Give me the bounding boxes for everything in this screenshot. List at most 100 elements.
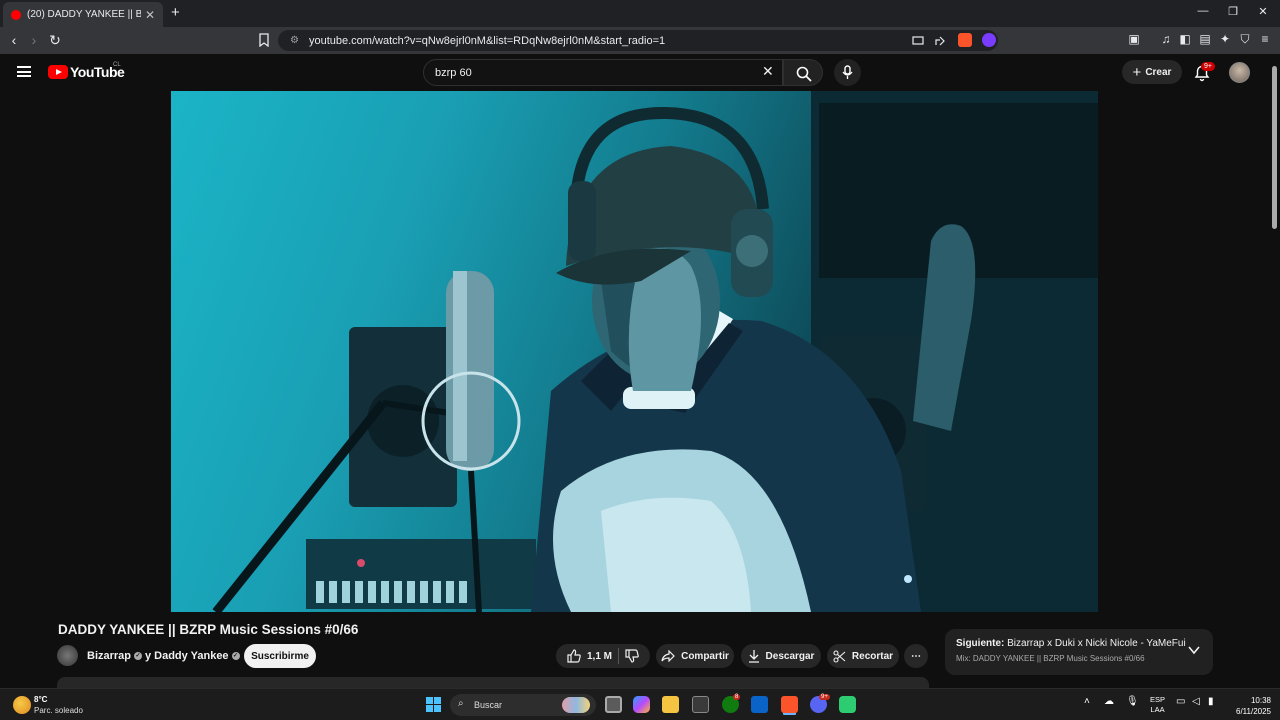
up-next-card[interactable]: Siguiente: Bizarrap x Duki x Nicki Nicol…: [945, 629, 1213, 675]
video-title: DADDY YANKEE || BZRP Music Sessions #0/6…: [58, 622, 359, 637]
cast-icon[interactable]: [912, 36, 924, 46]
back-icon[interactable]: ‹: [5, 32, 23, 48]
scrollbar-thumb[interactable]: [1272, 66, 1277, 229]
share-page-icon[interactable]: [934, 35, 946, 47]
youtube-logo-icon[interactable]: [48, 65, 68, 79]
vpn-shield-icon[interactable]: ⛉: [1237, 32, 1253, 47]
country-code: CL: [113, 62, 121, 68]
reader-mode-icon[interactable]: ▣: [1126, 32, 1142, 46]
microphone-tray-icon[interactable]: 🎙: [1126, 696, 1139, 707]
input-language[interactable]: ESP LAA: [1150, 695, 1165, 715]
mix-label: Mix: DADDY YANKEE || BZRP Music Sessions…: [956, 654, 1145, 663]
channel-name-primary[interactable]: Bizarrap: [87, 650, 131, 662]
browser-tab-strip: (20) DADDY YANKEE || BZRP Mu ✕ + — ❐ ✕: [0, 0, 1280, 27]
youtube-favicon-icon: [11, 9, 21, 20]
account-avatar[interactable]: [1229, 62, 1250, 83]
wallet-icon[interactable]: ▤: [1197, 32, 1213, 46]
media-icon[interactable]: ♫: [1158, 32, 1174, 46]
network-icon[interactable]: ▭: [1176, 696, 1185, 707]
guide-menu-icon[interactable]: [17, 66, 31, 77]
brave-rewards-icon[interactable]: [982, 33, 996, 47]
start-menu-icon[interactable]: [426, 697, 441, 712]
maximize-button[interactable]: ❐: [1223, 5, 1243, 18]
taskbar-search[interactable]: ⌕ Buscar: [450, 694, 596, 716]
address-bar[interactable]: ⚙ youtube.com/watch?v=qNw8ejrl0nM&list=R…: [278, 30, 998, 51]
create-label: Crear: [1145, 66, 1172, 78]
onedrive-icon[interactable]: ☁: [1104, 696, 1114, 707]
clip-button[interactable]: Recortar: [827, 644, 899, 668]
search-icon: ⌕: [458, 698, 464, 709]
up-next-prefix: Siguiente:: [956, 638, 1005, 649]
discord-badge: 9+: [819, 694, 830, 700]
video-player[interactable]: [171, 91, 1098, 612]
like-dislike-group: 1,1 M: [556, 644, 650, 668]
reload-icon[interactable]: ↻: [46, 32, 64, 49]
lang-line1: ESP: [1150, 695, 1166, 704]
sidebar-icon[interactable]: ◧: [1177, 32, 1193, 46]
download-button[interactable]: Descargar: [741, 644, 821, 668]
weather-condition[interactable]: Parc. soleado: [34, 706, 83, 715]
download-icon: [748, 650, 759, 663]
up-next-title: Bizarrap x Duki x Nicki Nicole - YaMeFui: [1007, 638, 1186, 649]
like-separator: [618, 648, 619, 664]
taskbar-search-label: Buscar: [474, 700, 503, 710]
menu-icon[interactable]: ≡: [1257, 32, 1273, 46]
copilot-icon[interactable]: [633, 696, 650, 713]
channel-joiner: y: [145, 650, 152, 662]
chevron-down-icon[interactable]: [1188, 646, 1200, 655]
share-button[interactable]: Compartir: [656, 644, 734, 668]
lang-line2: LAA: [1150, 705, 1165, 714]
youtube-masthead: YouTube CL bzrp 60 ✕ + Crear 9+: [0, 54, 1280, 91]
leo-ai-icon[interactable]: ✦: [1217, 32, 1233, 46]
close-window-button[interactable]: ✕: [1253, 5, 1273, 18]
volume-icon[interactable]: ◁: [1192, 696, 1200, 707]
clip-label: Recortar: [851, 650, 894, 662]
channel-names[interactable]: Bizarrap ✓ y Daddy Yankee ✓: [87, 650, 240, 662]
notifications-badge: 9+: [1201, 62, 1215, 71]
channel-name-secondary[interactable]: Daddy Yankee: [154, 650, 228, 662]
search-button[interactable]: [783, 59, 823, 86]
tab-title: (20) DADDY YANKEE || BZRP Mu: [27, 9, 141, 20]
voice-search-button[interactable]: [834, 59, 861, 86]
channel-avatar[interactable]: [57, 645, 78, 666]
dislike-icon[interactable]: [625, 649, 639, 663]
system-clock[interactable]: 10:38 6/11/2025: [1226, 695, 1271, 717]
tray-overflow-icon[interactable]: ˄: [1084, 696, 1090, 707]
search-highlight-icon: [562, 697, 590, 713]
app-icon[interactable]: [839, 696, 856, 713]
brave-shields-icon[interactable]: [958, 33, 972, 47]
battery-icon[interactable]: ▮: [1208, 696, 1214, 707]
windows-taskbar: 8°C Parc. soleado ⌕ Buscar 8 9+ ˄ ☁ 🎙 ES…: [0, 688, 1280, 720]
weather-icon[interactable]: [13, 696, 31, 714]
microphone-icon: [842, 65, 853, 79]
search-icon: [796, 66, 812, 82]
subscribe-button[interactable]: Suscribirme: [244, 644, 316, 668]
clear-search-icon[interactable]: ✕: [762, 63, 774, 80]
task-view-icon[interactable]: [605, 696, 622, 713]
search-input[interactable]: bzrp 60: [423, 59, 783, 86]
more-actions-button[interactable]: ⋯: [904, 644, 928, 668]
store-icon[interactable]: [692, 696, 709, 713]
weather-temperature[interactable]: 8°C: [34, 695, 47, 704]
create-button[interactable]: + Crear: [1122, 60, 1182, 84]
xbox-badge: 8: [733, 694, 741, 700]
bookmark-icon[interactable]: [258, 33, 270, 47]
share-icon: [661, 650, 675, 662]
up-next-line: Siguiente: Bizarrap x Duki x Nicki Nicol…: [956, 638, 1202, 649]
browser-tab[interactable]: (20) DADDY YANKEE || BZRP Mu ✕: [3, 2, 163, 27]
like-count[interactable]: 1,1 M: [587, 651, 612, 662]
verified-icon: ✓: [231, 652, 240, 660]
video-frame: [212, 91, 1098, 612]
brave-icon[interactable]: [781, 696, 798, 713]
clock-date: 6/11/2025: [1236, 707, 1271, 716]
like-icon[interactable]: [567, 649, 581, 663]
site-info-icon[interactable]: ⚙: [290, 35, 299, 46]
share-label: Compartir: [681, 650, 729, 662]
forward-icon[interactable]: ›: [25, 32, 43, 48]
minimize-button[interactable]: —: [1193, 5, 1213, 17]
download-label: Descargar: [765, 650, 815, 662]
outlook-icon[interactable]: [751, 696, 768, 713]
new-tab-button[interactable]: +: [171, 4, 180, 21]
file-explorer-icon[interactable]: [662, 696, 679, 713]
tab-close-icon[interactable]: ✕: [145, 8, 155, 22]
